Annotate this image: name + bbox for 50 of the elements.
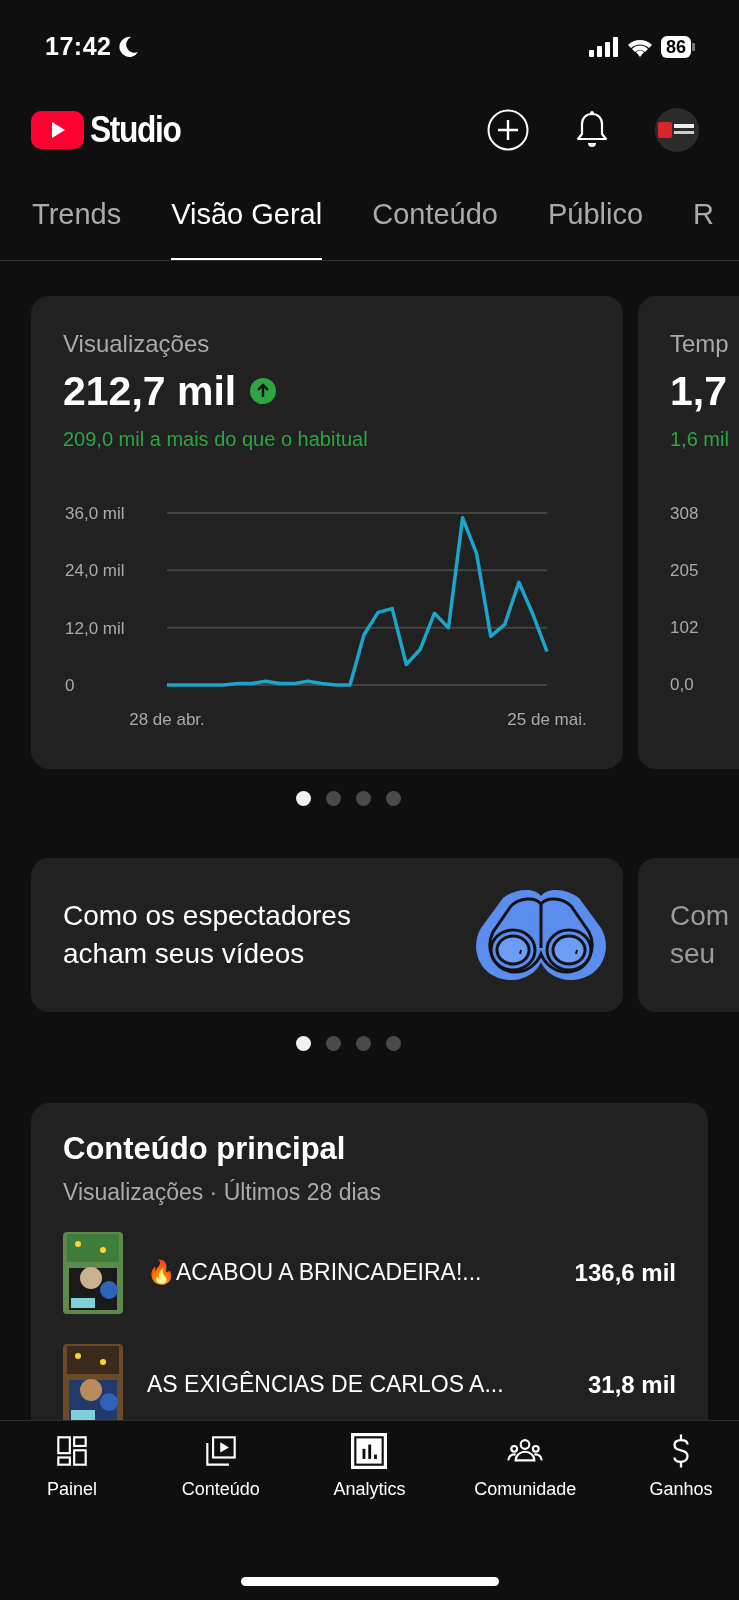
logo-icon (31, 110, 84, 149)
metric-title: Temp (670, 329, 730, 358)
metric-delta: 1,6 mil (670, 427, 730, 451)
axis-label: 0 (65, 675, 75, 695)
insight-card[interactable]: Como os espectadores acham seus vídeos (31, 857, 623, 1012)
video-title[interactable]: AS EXIGÊNCIAS DE CARLOS A... (147, 1371, 564, 1399)
tab[interactable]: R (693, 166, 715, 260)
view-count: 136,6 mil (574, 1258, 676, 1287)
metric-value: 1,7 (670, 367, 727, 415)
binoculars-icon (473, 887, 609, 982)
axis-label: 36,0 mil (65, 503, 125, 523)
metric-delta: 209,0 mil a mais do que o habitual (63, 427, 369, 451)
axis-label: 308 (670, 503, 700, 524)
signal-icon (588, 36, 619, 57)
axis-label: 0,0 (670, 674, 695, 695)
insight-title: Como os espectadores acham seus vídeos (63, 898, 352, 971)
section-title: Conteúdo principal (63, 1130, 347, 1167)
bar-chart-icon (351, 1433, 388, 1470)
tab[interactable]: Conteúdo (372, 166, 498, 260)
tab[interactable]: Visão Geral (171, 166, 323, 260)
app-name: Studio (90, 108, 181, 151)
metric-card[interactable]: Temp 1,7 1,6 mil 308 205 102 0,0 (638, 295, 739, 769)
axis-label: 28 de abr. (129, 709, 205, 729)
metric-value: 212,7 mil (63, 367, 237, 415)
video-title[interactable]: 🔥ACABOU A BRINCADEIRA!... (147, 1259, 551, 1287)
axis-label: 24,0 mil (65, 561, 125, 581)
clock: 17:42 (45, 32, 112, 62)
nav-tab[interactable]: Comunidade (474, 1433, 577, 1501)
tab[interactable]: Público (547, 166, 644, 260)
nav-tab[interactable]: Analytics (325, 1433, 414, 1501)
nav-tab[interactable]: Painel (28, 1433, 116, 1501)
tab[interactable]: Trends (32, 166, 122, 260)
avatar-icon[interactable] (655, 107, 699, 152)
view-count: 31,8 mil (587, 1370, 676, 1399)
metric-title: Visualizações (63, 329, 211, 358)
axis-label: 205 (670, 560, 700, 581)
metric-card[interactable]: Visualizações 212,7 mil 209,0 mil a mais do que o habitual 36,0 mil 24,0 mil 12,0 mil 0 28 de abr. 25 de mai. (31, 295, 623, 769)
battery-level: 86 (660, 35, 691, 58)
insight-title: Com seu (670, 898, 730, 971)
axis-label: 25 de mai. (507, 709, 587, 729)
create-button[interactable] (487, 108, 529, 151)
notifications-button[interactable] (575, 110, 609, 149)
axis-label: 102 (670, 617, 700, 638)
nav-tab[interactable]: Conteúdo (176, 1433, 265, 1501)
insight-card[interactable]: Com seu (638, 857, 739, 1012)
moon-icon (119, 35, 140, 58)
axis-label: 12,0 mil (65, 618, 125, 638)
battery-tip-icon (692, 42, 695, 51)
nav-tab[interactable]: Ganhos (636, 1433, 725, 1501)
section-subtitle: Visualizações · Últimos 28 dias (63, 1178, 382, 1206)
